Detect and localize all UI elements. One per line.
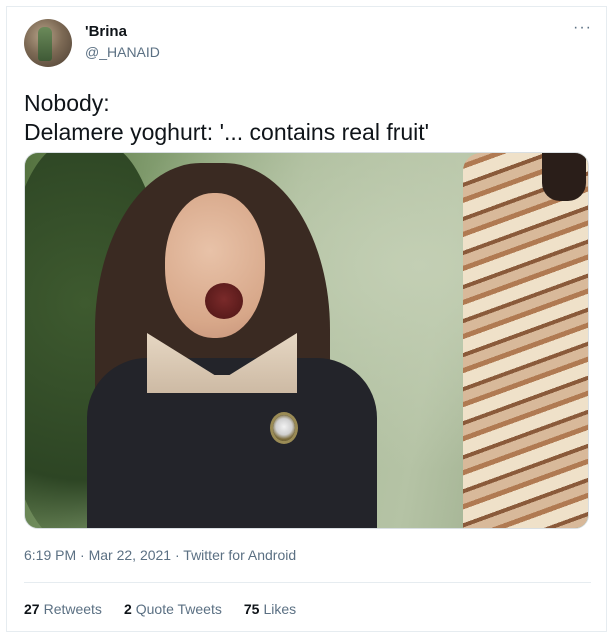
more-options-icon[interactable]: ··· bbox=[573, 19, 592, 37]
quote-tweets-label: Quote Tweets bbox=[135, 601, 222, 617]
tweet-date[interactable]: Mar 22, 2021 bbox=[89, 547, 172, 563]
likes-stat[interactable]: 75 Likes bbox=[244, 601, 296, 617]
author-handle[interactable]: @_HANAID bbox=[85, 44, 160, 60]
avatar[interactable] bbox=[24, 19, 72, 67]
quote-tweets-stat[interactable]: 2 Quote Tweets bbox=[124, 601, 222, 617]
tweet-stats: 27 Retweets 2 Quote Tweets 75 Likes bbox=[24, 601, 296, 617]
tweet-photo[interactable] bbox=[24, 152, 589, 529]
retweets-stat[interactable]: 27 Retweets bbox=[24, 601, 102, 617]
tweet-time[interactable]: 6:19 PM bbox=[24, 547, 76, 563]
tweet-meta: 6:19 PM · Mar 22, 2021 · Twitter for And… bbox=[24, 547, 296, 563]
avatar-figure bbox=[38, 27, 52, 61]
quote-tweets-count: 2 bbox=[123, 601, 132, 617]
photo-man-shirt bbox=[463, 153, 588, 528]
retweets-count: 27 bbox=[24, 601, 40, 617]
meta-separator: · bbox=[174, 547, 180, 563]
likes-label: Likes bbox=[263, 601, 297, 617]
retweets-label: Retweets bbox=[43, 601, 102, 617]
divider bbox=[24, 582, 591, 583]
author-display-name[interactable]: 'Brina bbox=[85, 23, 127, 40]
photo-woman-mouth bbox=[205, 283, 243, 319]
tweet-card: 'Brina @_HANAID ··· Nobody: Delamere yog… bbox=[6, 6, 607, 632]
likes-count: 75 bbox=[243, 601, 260, 617]
tweet-text: Nobody: Delamere yoghurt: '... contains … bbox=[24, 90, 430, 145]
tweet-source[interactable]: Twitter for Android bbox=[183, 547, 296, 563]
photo-pendant bbox=[273, 415, 295, 441]
photo-man-head bbox=[542, 153, 586, 201]
meta-separator: · bbox=[80, 547, 85, 563]
